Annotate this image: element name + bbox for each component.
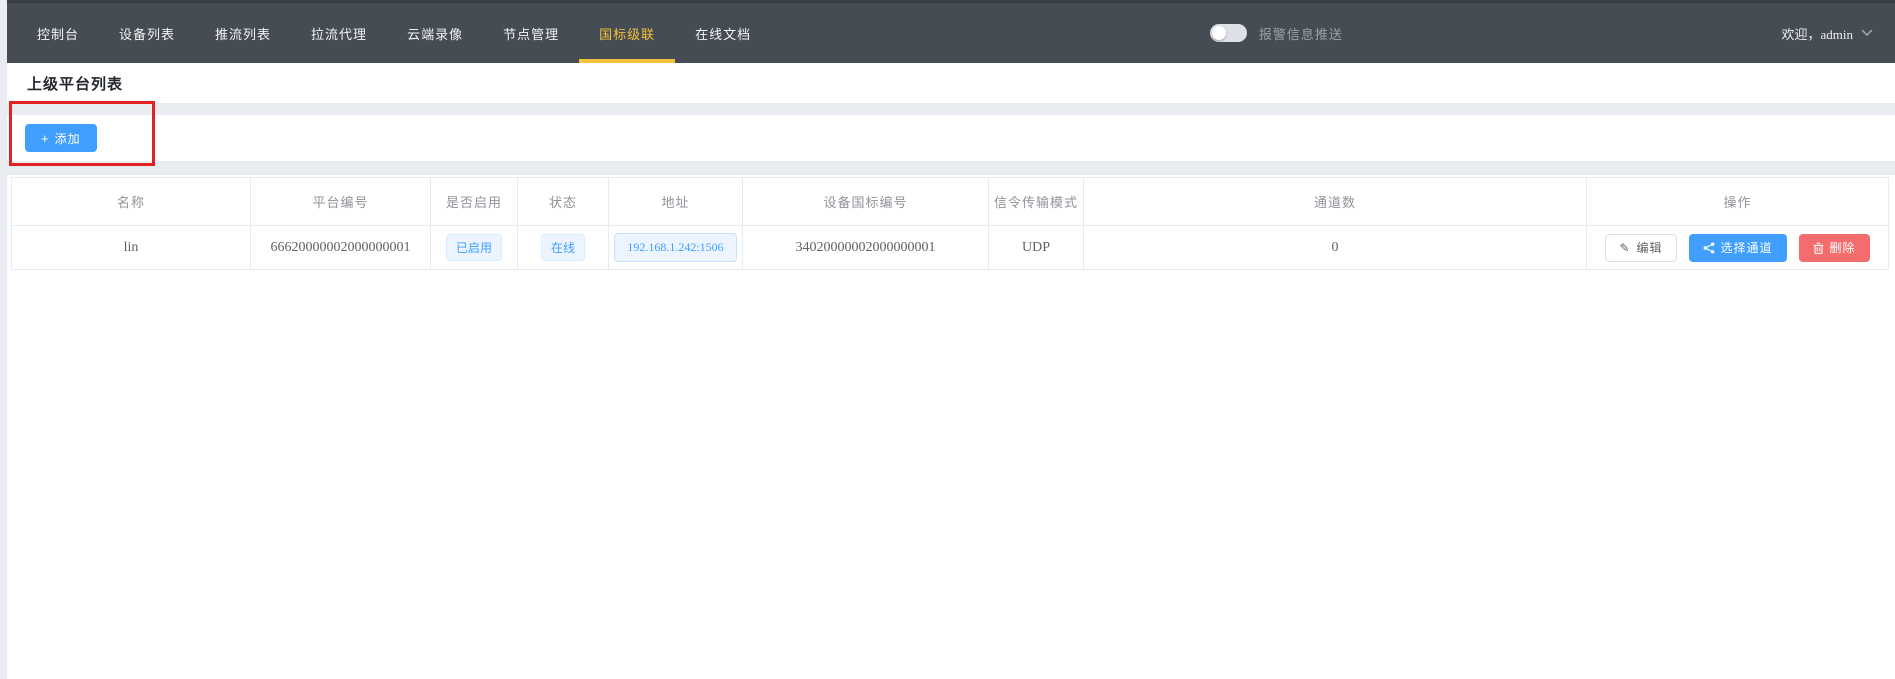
delete-button[interactable]: 删除 <box>1799 234 1870 262</box>
status-badge: 在线 <box>541 234 585 261</box>
col-header-name: 名称 <box>12 178 251 226</box>
alarm-push-control: 报警信息推送 <box>1210 3 1343 63</box>
nav-spacer-right <box>1343 3 1782 63</box>
tab-pull-proxy[interactable]: 拉流代理 <box>291 3 387 63</box>
cell-status: 在线 <box>518 226 609 270</box>
table-section: 名称 平台编号 是否启用 状态 地址 设备国标编号 信令传输模式 通道数 操作 … <box>7 175 1895 679</box>
cell-enabled: 已启用 <box>431 226 518 270</box>
alarm-push-label: 报警信息推送 <box>1259 24 1343 43</box>
cell-actions: ✎ 编辑 <box>1587 226 1889 270</box>
page-title: 上级平台列表 <box>27 73 123 94</box>
col-header-enabled: 是否启用 <box>431 178 518 226</box>
alarm-push-toggle[interactable] <box>1210 24 1247 42</box>
top-nav: 控制台 设备列表 推流列表 拉流代理 云端录像 节点管理 国标级联 在线文档 报… <box>7 3 1895 63</box>
trash-icon <box>1813 242 1824 254</box>
col-header-status: 状态 <box>518 178 609 226</box>
add-button-label: 添加 <box>55 130 81 147</box>
tab-device-list[interactable]: 设备列表 <box>99 3 195 63</box>
cell-address: 192.168.1.242:1506 <box>609 226 743 270</box>
section-gap <box>7 161 1895 175</box>
toolbar-section: + 添加 <box>7 115 1895 161</box>
enabled-badge: 已启用 <box>446 234 502 261</box>
title-bar: 上级平台列表 <box>7 63 1895 103</box>
app-window: 控制台 设备列表 推流列表 拉流代理 云端录像 节点管理 国标级联 在线文档 报… <box>7 0 1895 679</box>
cell-channel-count: 0 <box>1084 226 1587 270</box>
edit-button-label: 编辑 <box>1637 239 1663 256</box>
tab-cloud-record[interactable]: 云端录像 <box>387 3 483 63</box>
tab-gb-cascade[interactable]: 国标级联 <box>579 3 675 63</box>
tab-console[interactable]: 控制台 <box>17 3 99 63</box>
chevron-down-icon <box>1861 29 1873 37</box>
select-channel-label: 选择通道 <box>1721 239 1773 256</box>
tab-push-list[interactable]: 推流列表 <box>195 3 291 63</box>
col-header-device-gb-id: 设备国标编号 <box>743 178 989 226</box>
add-button[interactable]: + 添加 <box>25 124 97 152</box>
cell-device-gb-id: 34020000002000000001 <box>743 226 989 270</box>
select-channel-button[interactable]: 选择通道 <box>1689 234 1787 262</box>
nav-tab-list: 控制台 设备列表 推流列表 拉流代理 云端录像 节点管理 国标级联 在线文档 <box>7 3 771 63</box>
nav-spacer-left <box>771 3 1210 63</box>
cell-transport: UDP <box>989 226 1084 270</box>
cell-platform-id: 66620000002000000001 <box>251 226 431 270</box>
edit-pencil-icon: ✎ <box>1619 241 1630 255</box>
col-header-transport: 信令传输模式 <box>989 178 1084 226</box>
tab-node-manage[interactable]: 节点管理 <box>483 3 579 63</box>
table-header-row: 名称 平台编号 是否启用 状态 地址 设备国标编号 信令传输模式 通道数 操作 <box>12 178 1889 226</box>
table-row: lin 66620000002000000001 已启用 在线 192.168.… <box>12 226 1889 270</box>
welcome-text: 欢迎，admin <box>1782 24 1854 43</box>
address-tag[interactable]: 192.168.1.242:1506 <box>614 233 736 262</box>
col-header-channel-count: 通道数 <box>1084 178 1587 226</box>
section-gap <box>7 103 1895 115</box>
col-header-platform-id: 平台编号 <box>251 178 431 226</box>
cell-name: lin <box>12 226 251 270</box>
plus-icon: + <box>41 131 50 146</box>
toggle-knob-icon <box>1212 26 1226 40</box>
delete-button-label: 删除 <box>1830 239 1856 256</box>
col-header-address: 地址 <box>609 178 743 226</box>
tab-online-docs[interactable]: 在线文档 <box>675 3 771 63</box>
user-menu[interactable]: 欢迎，admin <box>1782 3 1895 63</box>
edit-button[interactable]: ✎ 编辑 <box>1605 234 1676 262</box>
platform-table: 名称 平台编号 是否启用 状态 地址 设备国标编号 信令传输模式 通道数 操作 … <box>11 177 1889 270</box>
col-header-actions: 操作 <box>1587 178 1889 226</box>
share-icon <box>1703 242 1715 254</box>
